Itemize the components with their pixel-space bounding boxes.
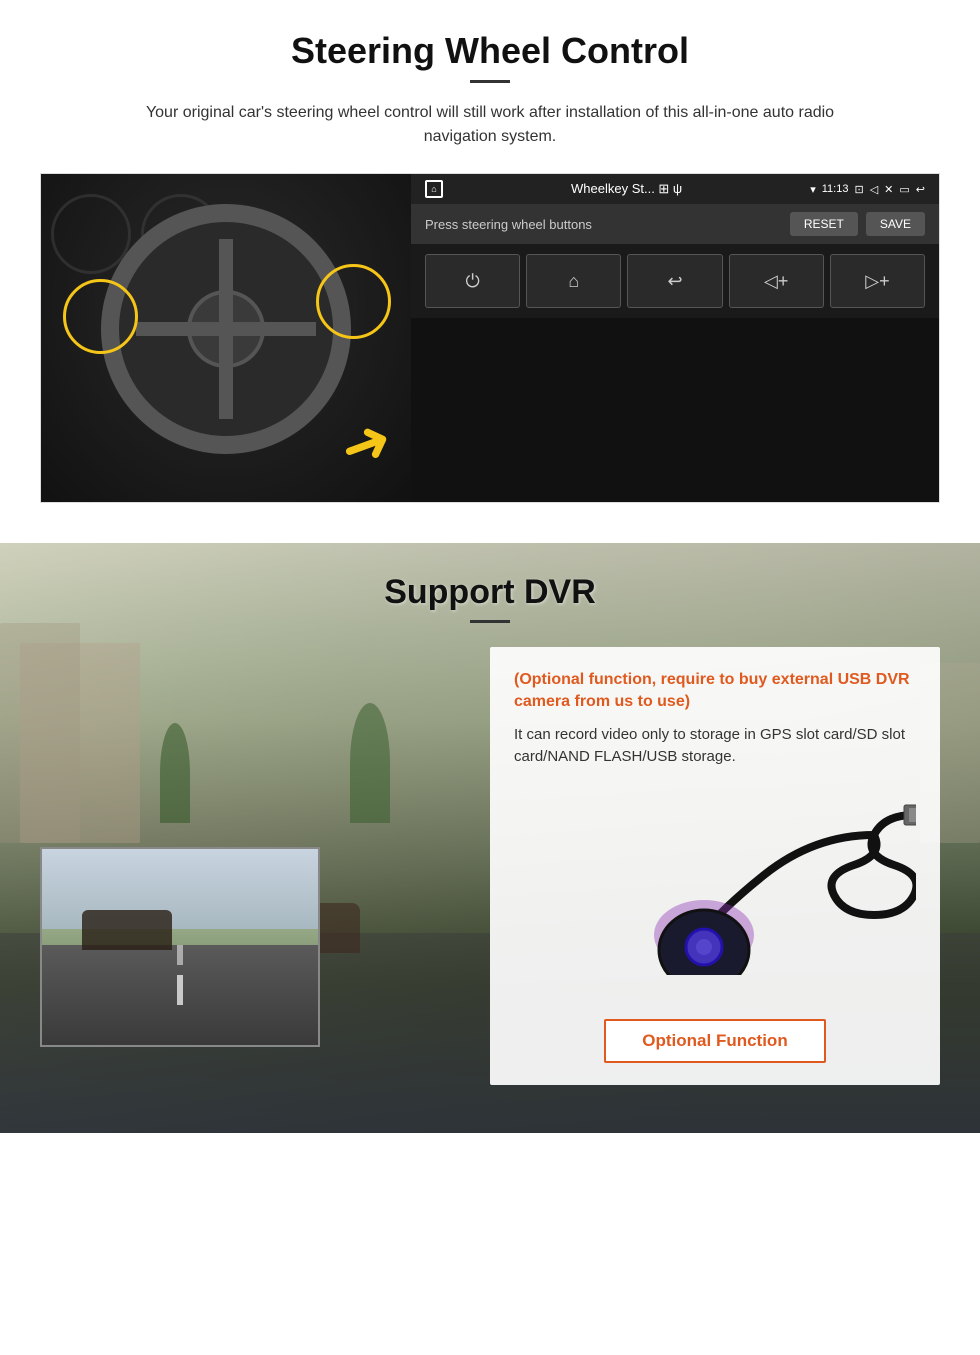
road-mark-2 xyxy=(177,945,183,965)
highlight-circle-left xyxy=(63,279,138,354)
power-button[interactable]: ⏻ xyxy=(425,254,520,308)
dvr-info-box: (Optional function, require to buy exter… xyxy=(490,647,940,1085)
usb-cable-area xyxy=(534,795,896,980)
dvr-title: Support DVR xyxy=(40,573,940,612)
steering-buttons-row: ⏻ ⌂ ↩ ◁+ ▷+ xyxy=(411,244,939,318)
steering-composite: ➜ ⌂ Wheelkey St... ⊞ ψ ▾ 11:13 ⊡ ◁ ✕ ▭ ↩ xyxy=(40,173,940,503)
volume-icon: ◁ xyxy=(870,183,878,196)
road-mark-1 xyxy=(177,975,183,1005)
save-button[interactable]: SAVE xyxy=(866,212,925,236)
optional-function-button[interactable]: Optional Function xyxy=(604,1019,825,1063)
cable-svg xyxy=(534,795,916,975)
dvr-inset-inner xyxy=(42,849,318,1045)
wifi-icon: ▾ xyxy=(810,183,816,196)
dvr-content: Support DVR xyxy=(0,543,980,1125)
android-ui-panel: ⌂ Wheelkey St... ⊞ ψ ▾ 11:13 ⊡ ◁ ✕ ▭ ↩ P… xyxy=(411,174,939,502)
steering-photo: ➜ xyxy=(41,174,411,503)
spoke-v xyxy=(219,239,233,419)
reset-button[interactable]: RESET xyxy=(790,212,858,236)
dvr-main-area: (Optional function, require to buy exter… xyxy=(40,647,940,1085)
back-status-icon: ↩ xyxy=(916,183,925,196)
dvr-divider xyxy=(470,620,510,623)
dvr-info-title: (Optional function, require to buy exter… xyxy=(514,669,916,714)
dvr-inset-screenshot xyxy=(40,847,320,1047)
status-icons: ▾ 11:13 ⊡ ◁ ✕ ▭ ↩ xyxy=(810,183,925,196)
title-divider xyxy=(470,80,510,83)
vol-up-button[interactable]: ▷+ xyxy=(830,254,925,308)
android-status-bar: ⌂ Wheelkey St... ⊞ ψ ▾ 11:13 ⊡ ◁ ✕ ▭ ↩ xyxy=(411,174,939,204)
home-button[interactable]: ⌂ xyxy=(526,254,621,308)
steering-title: Steering Wheel Control xyxy=(40,30,940,72)
close-status-icon: ✕ xyxy=(884,183,893,196)
status-time: 11:13 xyxy=(822,183,849,195)
android-status-title: Wheelkey St... ⊞ ψ xyxy=(451,181,802,197)
dvr-info-text: It can record video only to storage in G… xyxy=(514,724,916,769)
display-icon: ▭ xyxy=(899,183,909,196)
toolbar-label: Press steering wheel buttons xyxy=(425,217,592,232)
highlight-circle-right xyxy=(316,264,391,339)
android-empty-area xyxy=(411,318,939,502)
steering-description: Your original car's steering wheel contr… xyxy=(115,101,865,149)
dvr-section: Support DVR xyxy=(0,543,980,1133)
android-toolbar: Press steering wheel buttons RESET SAVE xyxy=(411,204,939,244)
dvr-camera-illustration xyxy=(514,785,916,1005)
toolbar-buttons: RESET SAVE xyxy=(790,212,925,236)
android-home-icon: ⌂ xyxy=(425,180,443,198)
dvr-left-area xyxy=(40,647,490,1047)
steering-section: Steering Wheel Control Your original car… xyxy=(0,0,980,543)
steering-wheel xyxy=(101,204,351,454)
dvr-right-area: (Optional function, require to buy exter… xyxy=(490,647,940,1085)
vol-down-button[interactable]: ◁+ xyxy=(729,254,824,308)
back-button[interactable]: ↩ xyxy=(627,254,722,308)
inset-car xyxy=(82,910,172,950)
camera-status-icon: ⊡ xyxy=(854,183,863,196)
